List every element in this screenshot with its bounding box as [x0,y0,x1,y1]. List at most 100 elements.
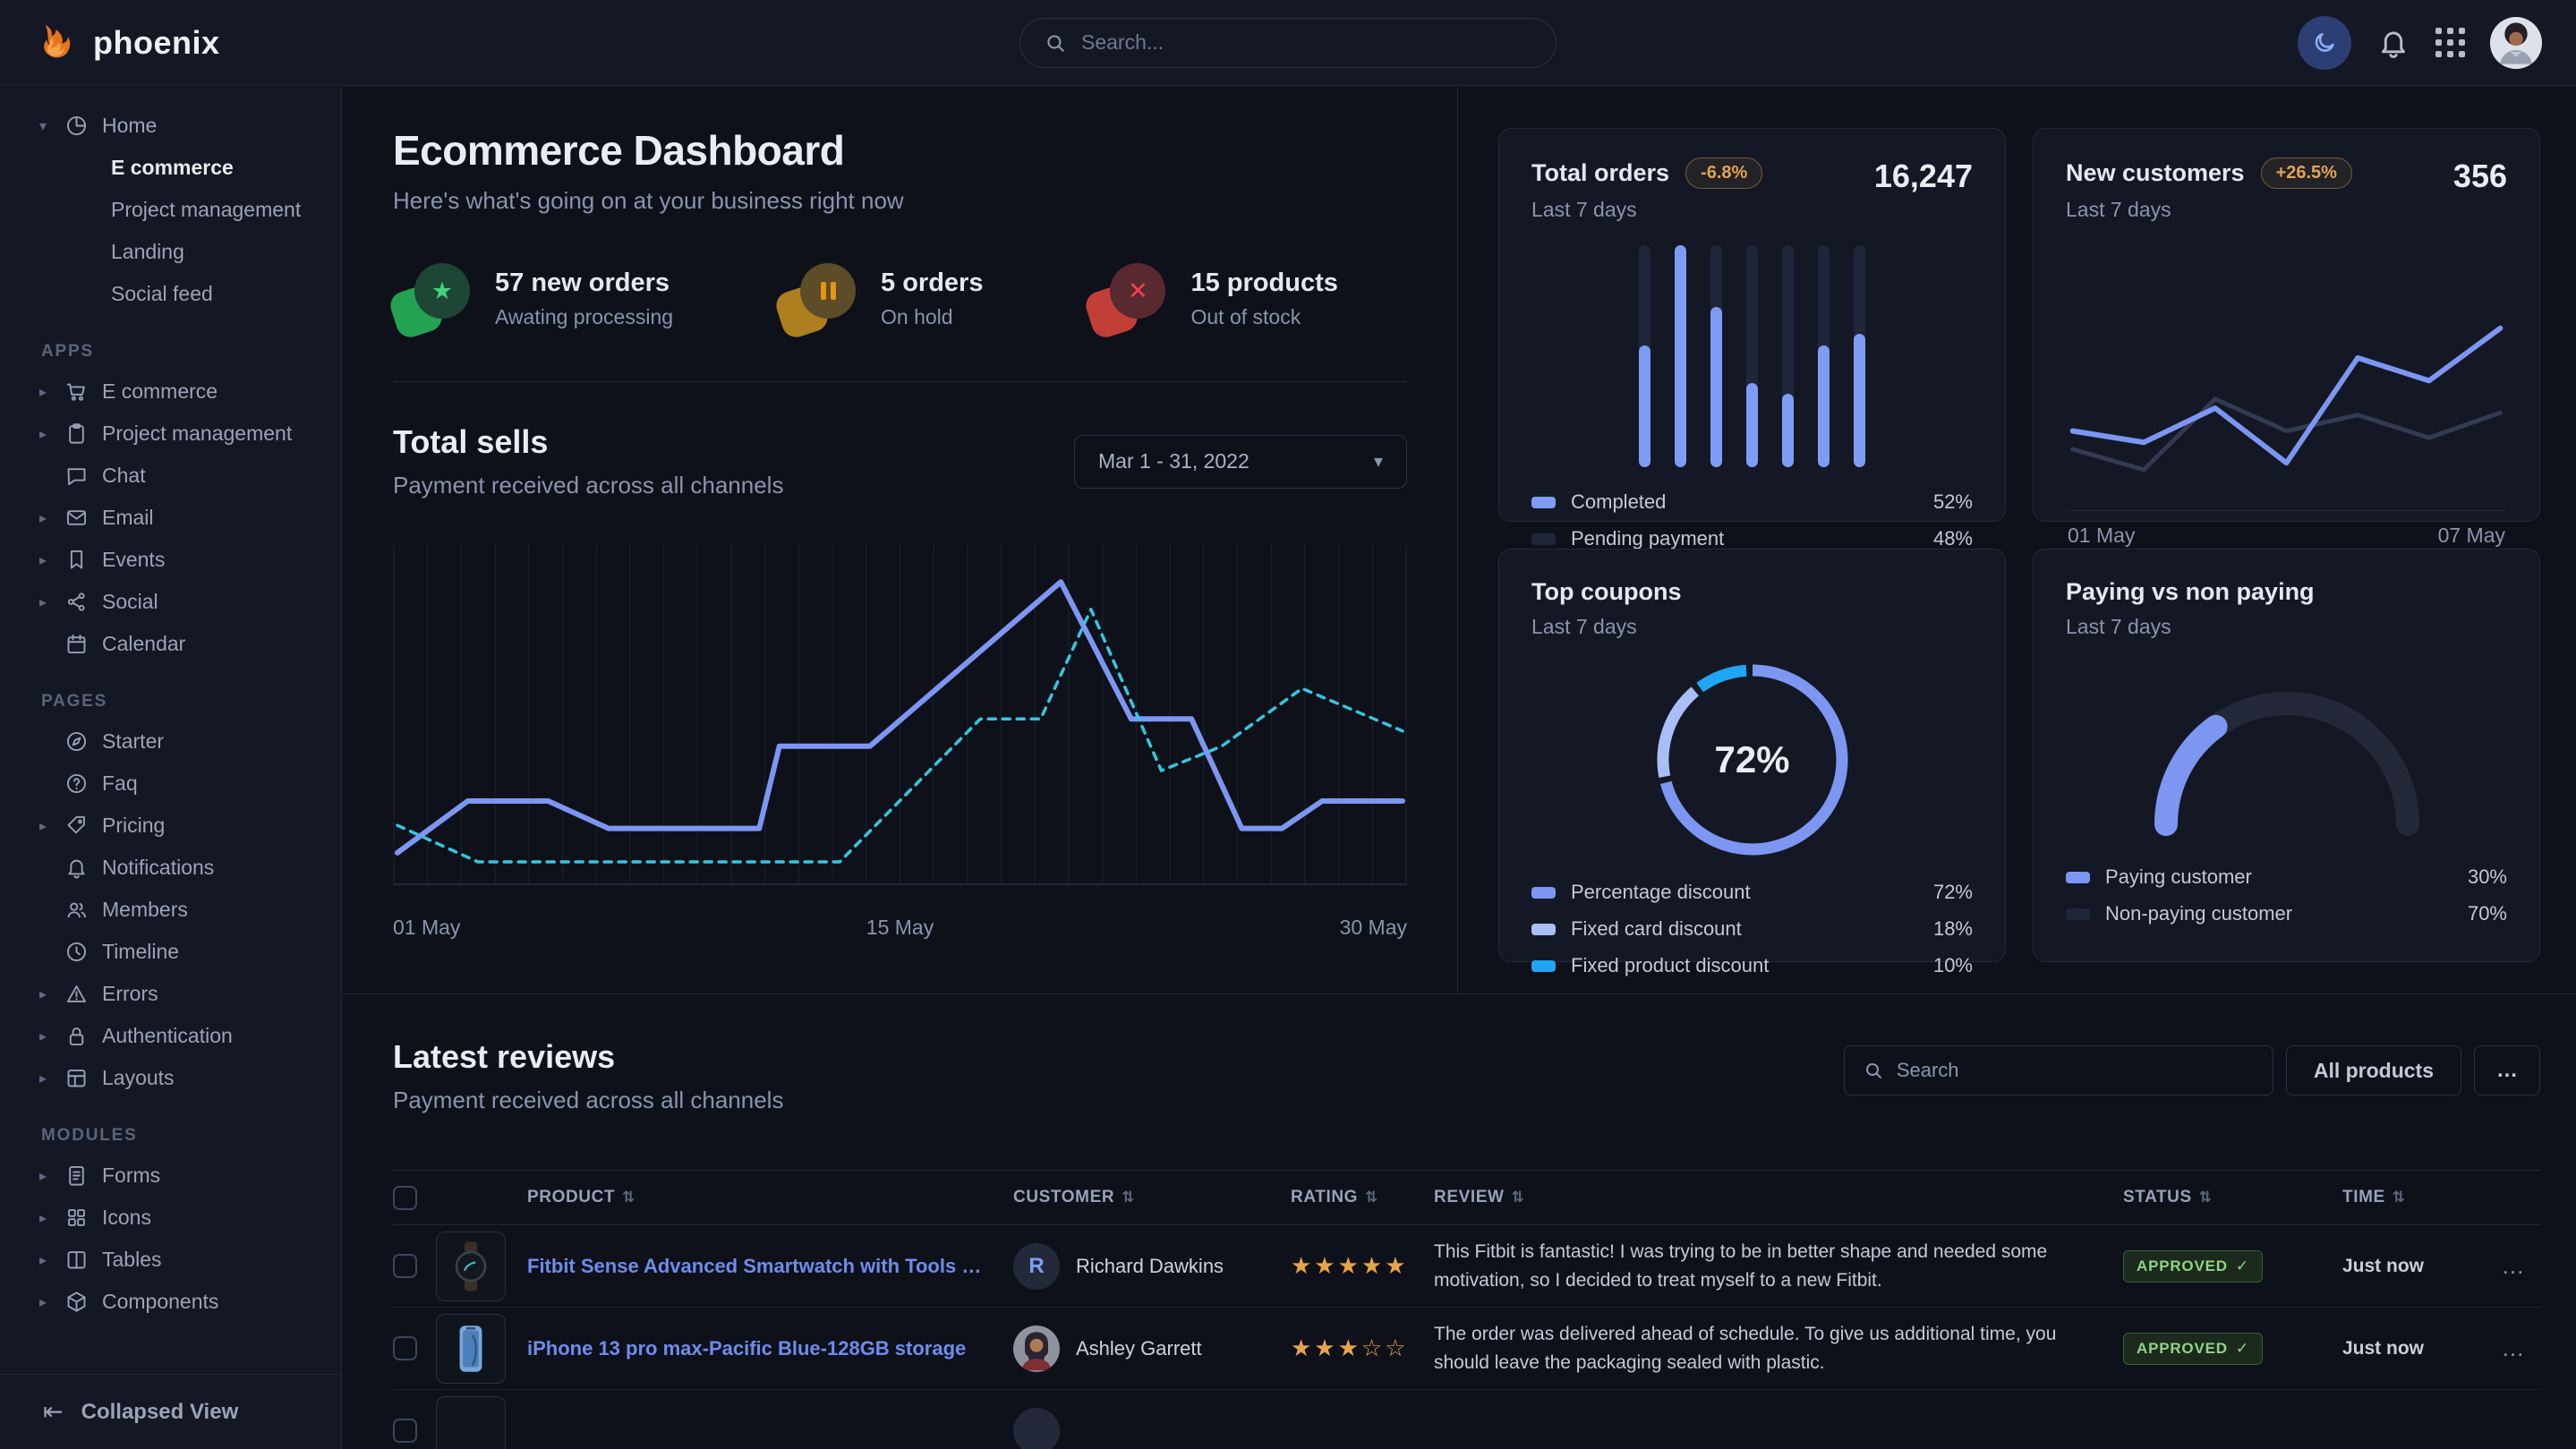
global-search[interactable] [1019,18,1557,68]
all-products-button[interactable]: All products [2286,1045,2461,1095]
sidebar-item-e-commerce[interactable]: E commerce [0,147,341,189]
new-customers-x-axis: 01 May 07 May [2066,510,2507,553]
sidebar-item-icons[interactable]: ▸Icons [0,1197,341,1239]
sidebar-item-e-commerce[interactable]: ▸E commerce [0,371,341,413]
new-customers-card: New customers +26.5% Last 7 days 356 01 … [2033,128,2540,522]
stat-out-of-stock: ✕15 productsOut of stock [1088,263,1337,335]
sidebar-item-label: E commerce [102,379,218,404]
col-rating[interactable]: RATING⇅ [1291,1188,1434,1207]
sidebar-item-pricing[interactable]: ▸Pricing [0,805,341,847]
row-more-button[interactable]: … [2486,1252,2540,1280]
sidebar-item-label: Errors [102,982,158,1006]
row-more-button[interactable]: … [2486,1334,2540,1362]
stat-on-hold: 5 ordersOn hold [779,263,983,335]
col-customer[interactable]: CUSTOMER⇅ [1013,1188,1291,1207]
order-bar [1854,245,1865,467]
row-checkbox[interactable] [393,1336,417,1360]
apps-grid-icon[interactable] [2435,28,2465,57]
stats-row: ★57 new ordersAwating processing5 orders… [393,263,1407,335]
sidebar-item-timeline[interactable]: Timeline [0,931,341,973]
product-link[interactable]: Fitbit Sense Advanced Smartwatch with To… [527,1255,1013,1278]
sidebar-item-social-feed[interactable]: Social feed [0,273,341,315]
brand-logo[interactable]: phoenix [34,21,220,65]
help-icon [64,771,102,796]
new-customers-line-chart [2066,222,2507,507]
caret-icon: ▸ [39,551,64,569]
user-avatar[interactable] [2490,17,2542,69]
sidebar-item-calendar[interactable]: Calendar [0,623,341,665]
order-bar [1710,245,1722,467]
sidebar-item-project-management[interactable]: ▸Project management [0,413,341,455]
order-bar [1782,245,1794,467]
total-orders-period: Last 7 days [1531,198,1762,222]
date-range-select[interactable]: Mar 1 - 31, 2022 ▾ [1074,435,1407,489]
sidebar-item-faq[interactable]: Faq [0,763,341,805]
tag-icon [64,814,102,838]
sidebar-item-starter[interactable]: Starter [0,720,341,763]
star-icon: ★ [414,263,470,319]
total-sells-x-axis: 01 May 15 May 30 May [393,916,1407,940]
customer-avatar-photo [1013,1325,1060,1372]
page-subtitle: Here's what's going on at your business … [393,187,1407,215]
sidebar-item-chat[interactable]: Chat [0,455,341,497]
sidebar-item-label: Project management [111,198,301,222]
sidebar-item-label: Faq [102,771,138,796]
sidebar-section-modules: MODULES [41,1126,341,1146]
col-product[interactable]: PRODUCT⇅ [436,1188,1013,1207]
sidebar-item-landing[interactable]: Landing [0,231,341,273]
bell-icon [64,856,102,880]
sidebar-section-apps: APPS [41,342,341,362]
x-icon: ✕ [1110,263,1165,319]
select-all-checkbox[interactable] [393,1186,417,1210]
sidebar-item-components[interactable]: ▸Components [0,1281,341,1323]
sort-icon: ⇅ [2199,1189,2213,1206]
review-time: Just now [2342,1338,2486,1360]
theme-toggle-button[interactable] [2298,16,2351,70]
clipboard-icon [64,422,102,446]
customer-avatar-initial: R [1013,1243,1060,1290]
product-link[interactable]: iPhone 13 pro max-Pacific Blue-128GB sto… [527,1337,993,1360]
phoenix-flame-icon [34,21,79,65]
sidebar-item-members[interactable]: Members [0,889,341,931]
sidebar-item-social[interactable]: ▸Social [0,581,341,623]
global-search-input[interactable] [1081,30,1532,55]
col-status[interactable]: STATUS⇅ [2123,1188,2342,1207]
total-orders-value: 16,247 [1874,158,1973,195]
sidebar-item-project-management[interactable]: Project management [0,189,341,231]
caret-icon: ▸ [39,1070,64,1087]
chat-icon [64,464,102,488]
reviews-search-input[interactable] [1897,1059,2255,1082]
reviews-search[interactable] [1844,1045,2273,1095]
row-checkbox[interactable] [393,1254,417,1278]
collapse-icon: ⇤ [43,1398,64,1426]
status-badge: APPROVED✓ [2123,1333,2263,1365]
review-text: This Fitbit is fantastic! I was trying t… [1434,1238,2123,1294]
sidebar-item-events[interactable]: ▸Events [0,539,341,581]
sidebar-item-forms[interactable]: ▸Forms [0,1155,341,1197]
collapsed-view-toggle[interactable]: ⇤ Collapsed View [0,1374,341,1449]
sidebar-item-notifications[interactable]: Notifications [0,847,341,889]
sidebar-item-home[interactable]: ▾Home [0,105,341,147]
sort-icon: ⇅ [1365,1189,1378,1206]
reviews-more-button[interactable]: … [2474,1045,2540,1095]
notifications-bell-icon[interactable] [2376,26,2410,60]
col-time[interactable]: TIME⇅ [2342,1188,2486,1207]
divider [393,381,1407,382]
order-bar [1639,245,1651,467]
col-review[interactable]: REVIEW⇅ [1434,1188,2123,1207]
reviews-table-header: PRODUCT⇅ CUSTOMER⇅ RATING⇅ REVIEW⇅ STATU… [393,1170,2540,1225]
sidebar-item-tables[interactable]: ▸Tables [0,1239,341,1281]
row-checkbox[interactable] [393,1419,417,1443]
sidebar-item-label: Layouts [102,1066,175,1090]
status-badge: APPROVED✓ [2123,1250,2263,1283]
rating-stars: ★★★★★ [1291,1252,1434,1280]
sidebar-item-label: E commerce [111,156,234,180]
sidebar-item-email[interactable]: ▸Email [0,497,341,539]
sidebar-item-label: Members [102,898,188,922]
sidebar-item-authentication[interactable]: ▸Authentication [0,1015,341,1057]
sidebar-item-layouts[interactable]: ▸ Layouts [0,1057,341,1099]
reviews-controls: All products … [1844,1045,2540,1095]
sidebar-item-errors[interactable]: ▸Errors [0,973,341,1015]
lock-icon [64,1024,102,1048]
review-row: Fitbit Sense Advanced Smartwatch with To… [393,1225,2540,1308]
